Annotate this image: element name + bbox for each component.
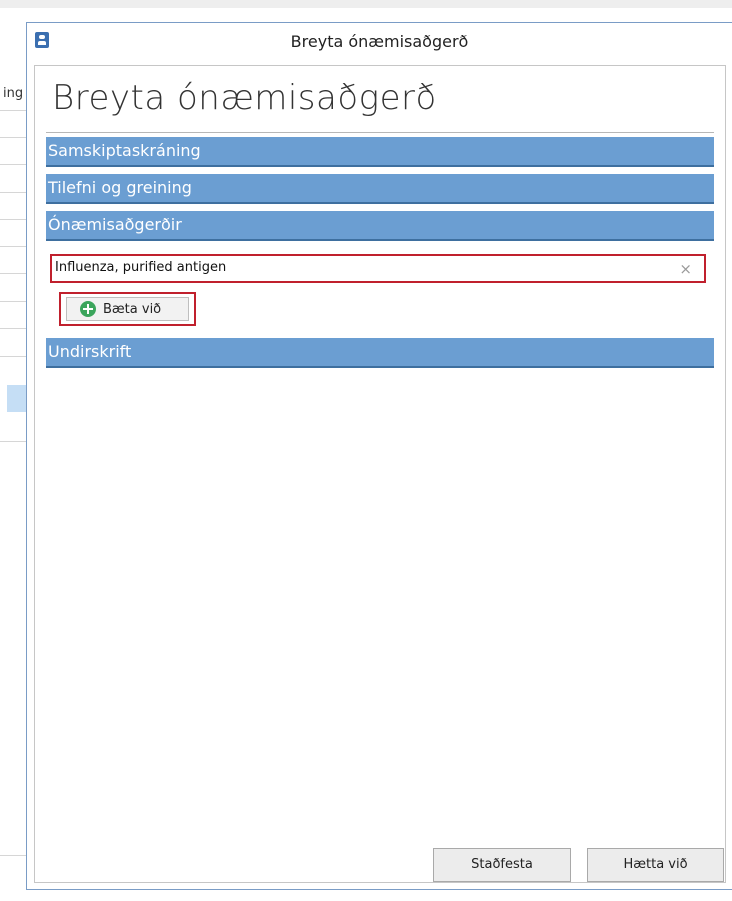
- confirm-button[interactable]: Staðfesta: [433, 848, 571, 882]
- section-undirskrift[interactable]: Undirskrift: [46, 338, 714, 368]
- vaccination-value: Influenza, purified antigen: [55, 260, 227, 275]
- dialog-content: Breyta ónæmisaðgerð Samskiptaskráning Ti…: [34, 65, 726, 883]
- section-tilefni-og-greining[interactable]: Tilefni og greining: [46, 174, 714, 204]
- dialog-titlebar[interactable]: Breyta ónæmisaðgerð: [27, 23, 732, 65]
- section-samskiptaskraning[interactable]: Samskiptaskráning: [46, 137, 714, 167]
- plus-circle-icon: [80, 301, 96, 317]
- section-onaemisadgerdir[interactable]: Ónæmisaðgerðir: [46, 211, 714, 241]
- background-divider: [0, 301, 26, 302]
- background-divider: [0, 356, 26, 357]
- page-title: Breyta ónæmisaðgerð: [52, 78, 437, 118]
- close-icon[interactable]: ×: [679, 260, 692, 278]
- background-divider: [0, 441, 26, 442]
- background-divider: [0, 855, 26, 856]
- background-top-band: [0, 0, 732, 8]
- background-divider: [0, 164, 26, 165]
- background-divider: [0, 110, 26, 111]
- add-button-label: Bæta við: [103, 301, 162, 317]
- background-side-label: ing: [3, 86, 24, 101]
- add-button[interactable]: Bæta við: [66, 297, 189, 321]
- vaccination-field[interactable]: Influenza, purified antigen ×: [50, 254, 706, 283]
- background-divider: [0, 246, 26, 247]
- window-title: Breyta ónæmisaðgerð: [290, 32, 469, 51]
- background-selected-row[interactable]: [7, 385, 27, 412]
- background-divider: [0, 219, 26, 220]
- title-divider: [46, 132, 714, 133]
- cancel-button[interactable]: Hætta við: [587, 848, 724, 882]
- background-divider: [0, 137, 26, 138]
- add-button-highlight: Bæta við: [59, 292, 196, 326]
- background-divider: [0, 273, 26, 274]
- background-divider: [0, 192, 26, 193]
- edit-immunization-dialog: Breyta ónæmisaðgerð Breyta ónæmisaðgerð …: [26, 22, 732, 890]
- background-divider: [0, 328, 26, 329]
